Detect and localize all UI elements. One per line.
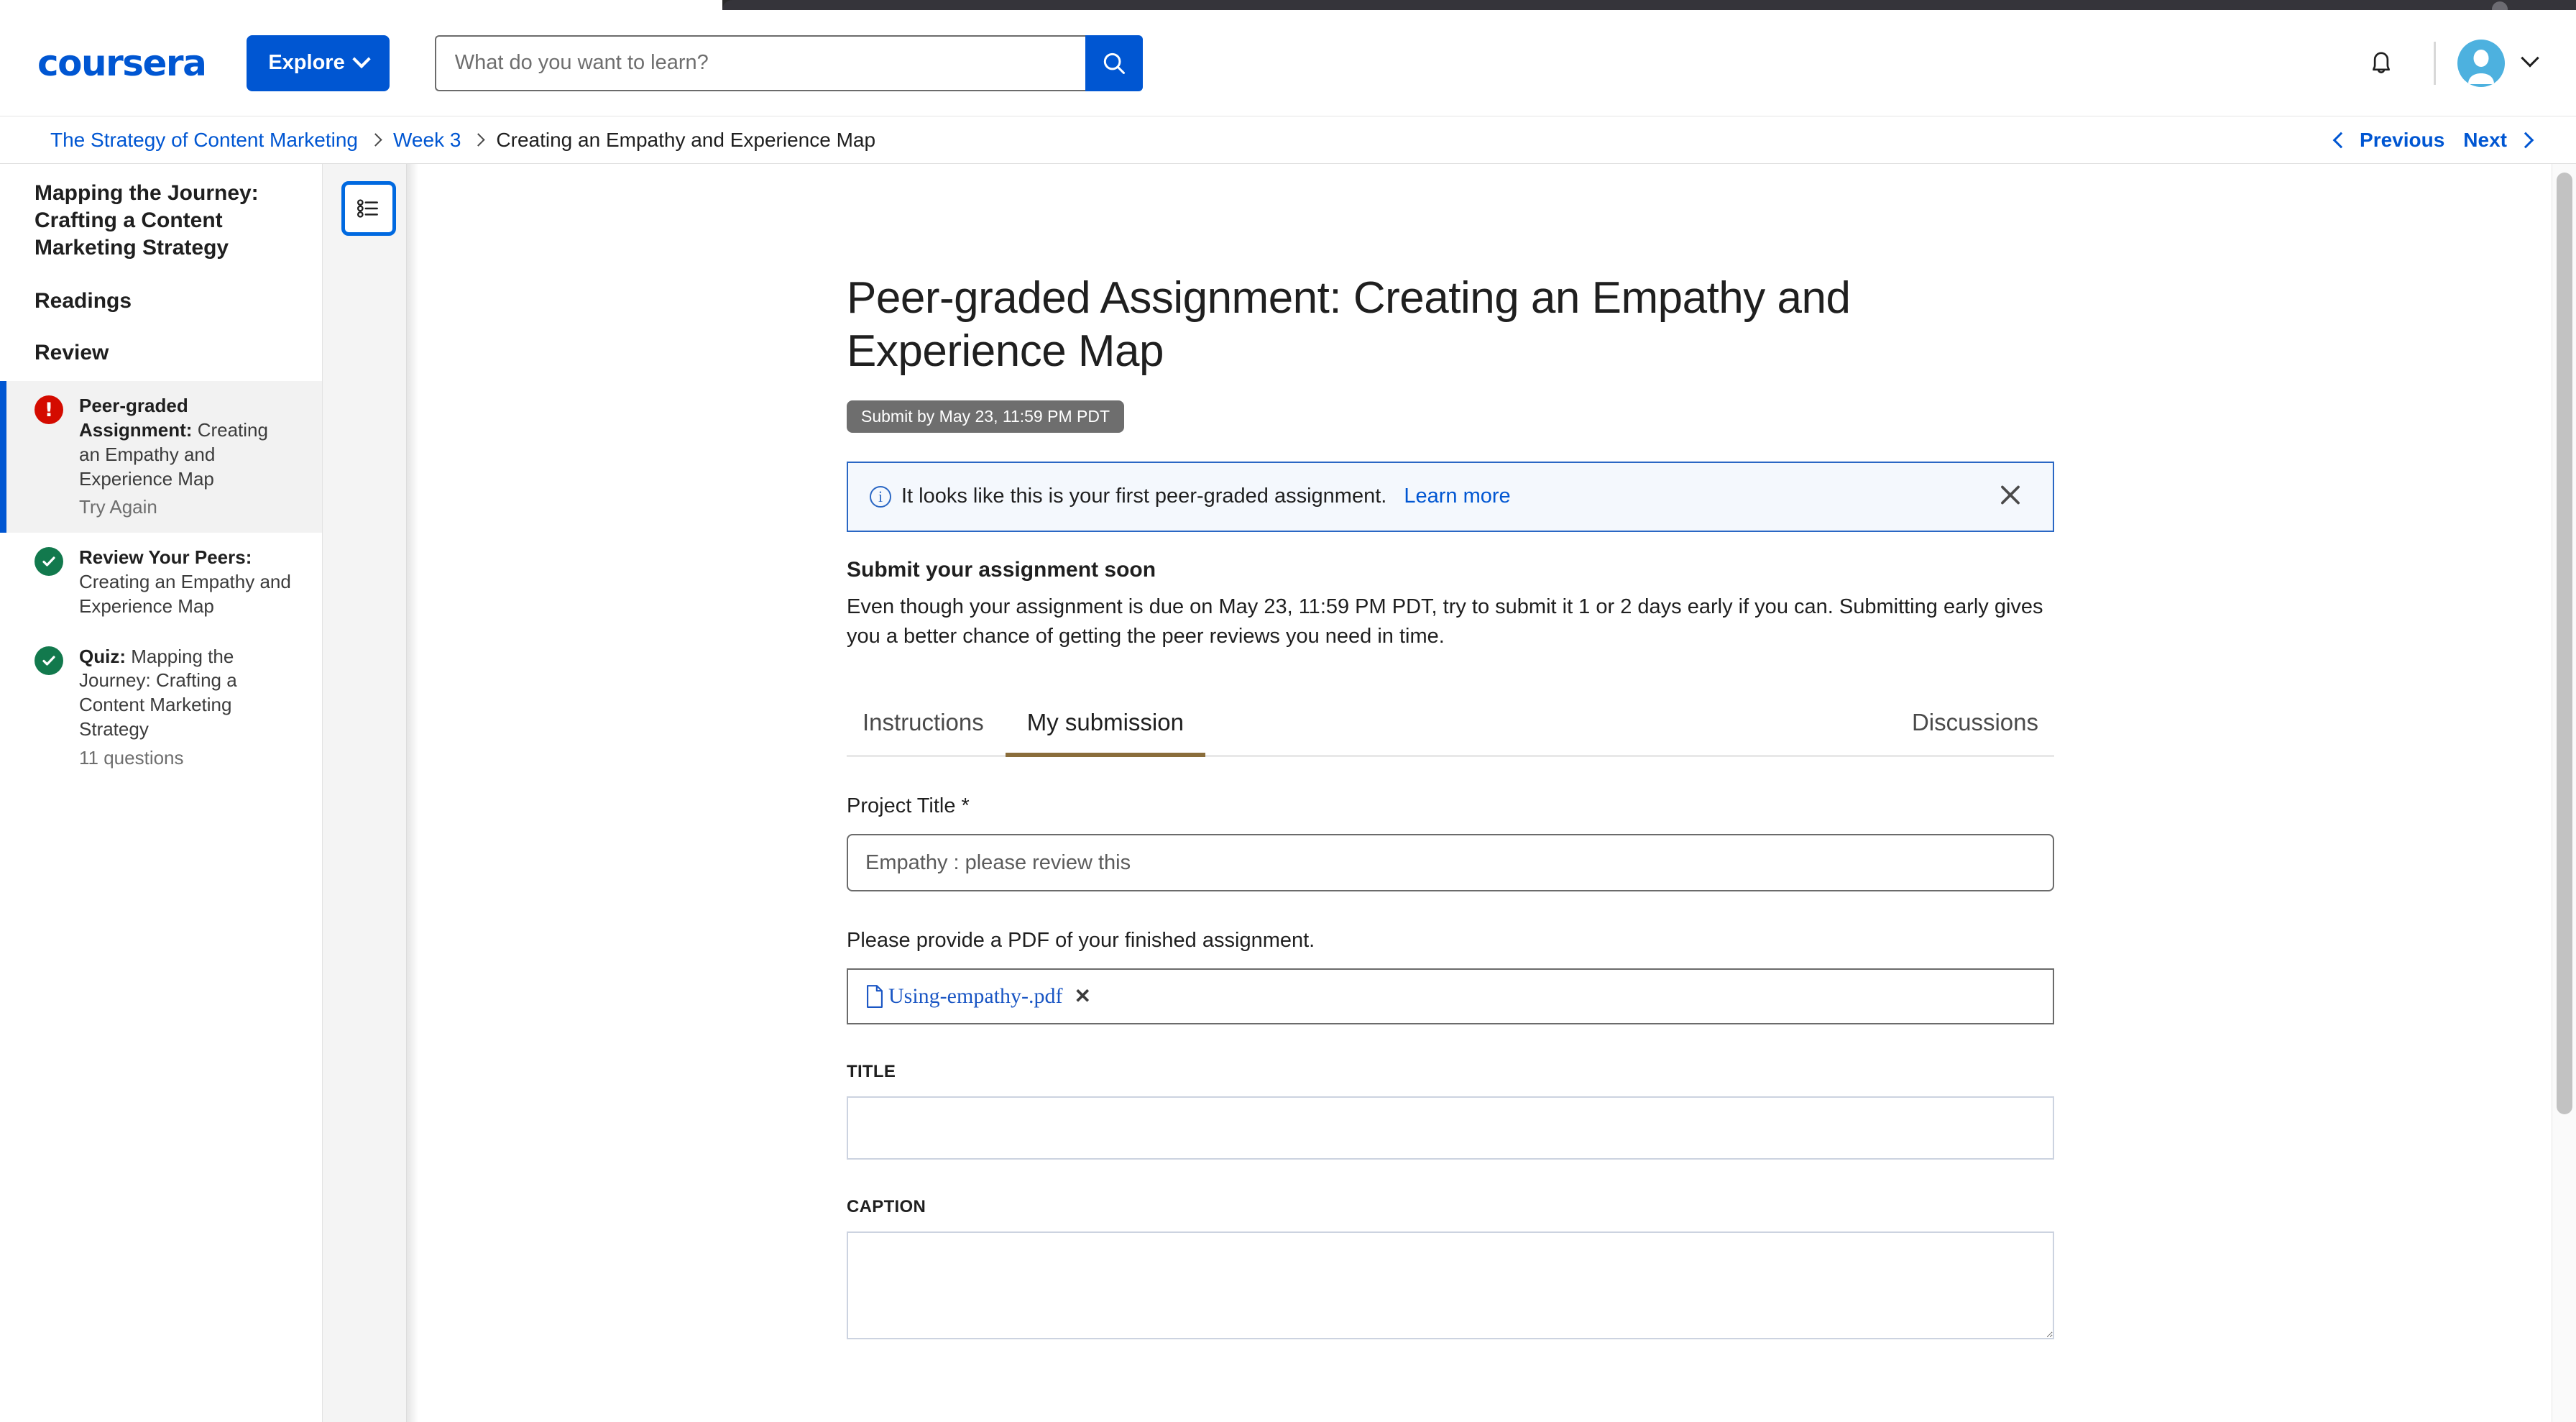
document-icon (867, 985, 883, 1009)
avatar[interactable] (2457, 39, 2505, 87)
scrollbar-thumb[interactable] (2557, 173, 2572, 1114)
complete-status-icon (34, 547, 63, 577)
user-avatar-icon (2468, 49, 2494, 84)
prev-next-nav: Previous Next (2332, 129, 2534, 152)
course-sidebar: Mapping the Journey: Crafting a Content … (0, 164, 322, 1422)
breadcrumb: The Strategy of Content Marketing Week 3… (50, 129, 875, 152)
assignment-content: Peer-graded Assignment: Creating an Empa… (847, 164, 2054, 1343)
sidebar-item-type: Peer-graded Assignment: (79, 395, 193, 441)
explore-label: Explore (268, 51, 345, 74)
sidebar-item-type: Quiz: (79, 645, 126, 667)
sidebar-item-title: Creating an Empathy and Experience Map (79, 571, 291, 617)
sidebar-item-review-your-peers[interactable]: Review Your Peers: Creating an Empathy a… (0, 533, 322, 631)
project-title-label: Project Title * (847, 794, 970, 818)
notifications-button[interactable] (2350, 32, 2412, 94)
info-circle-icon: i (870, 485, 891, 508)
next-button[interactable]: Next (2463, 129, 2507, 152)
search-icon (1103, 52, 1125, 74)
sidebar-item-label: Quiz: Mapping the Journey: Crafting a Co… (79, 645, 293, 771)
sidebar-section-readings[interactable]: Readings (34, 289, 290, 313)
learn-more-link[interactable]: Learn more (1404, 485, 1510, 508)
header-actions (2350, 32, 2539, 94)
chevron-down-icon (351, 50, 371, 68)
outline-rail (322, 164, 407, 1422)
remove-file-button[interactable]: ✕ (1074, 986, 1090, 1006)
title-input[interactable] (847, 1096, 2054, 1160)
sidebar-item-label: Review Your Peers: Creating an Empathy a… (79, 546, 293, 618)
notice-body: Even though your assignment is due on Ma… (847, 595, 2043, 648)
sidebar-item-meta: 11 questions (79, 746, 184, 769)
check-icon (42, 556, 55, 566)
check-icon (42, 656, 55, 666)
rail-inner (334, 164, 396, 1422)
header-divider (2434, 41, 2436, 85)
outline-toggle-button[interactable] (341, 181, 396, 236)
search-bar (434, 35, 1143, 91)
complete-status-icon (34, 646, 63, 675)
sidebar-item-status: Try Again (79, 496, 157, 518)
caption-input[interactable] (847, 1231, 2054, 1340)
sidebar-heading: Mapping the Journey: Crafting a Content … (34, 181, 259, 260)
caption-field-label: CAPTION (847, 1197, 926, 1217)
site-header: coursera Explore (0, 10, 2576, 116)
chevron-right-icon[interactable] (2517, 132, 2534, 148)
rail-shadow (407, 164, 418, 1422)
due-date-badge: Submit by May 23, 11:59 PM PDT (847, 400, 1124, 433)
assignment-main: Peer-graded Assignment: Creating an Empa… (418, 164, 2547, 1422)
sidebar-item-type: Review Your Peers: (79, 546, 252, 569)
search-button[interactable] (1085, 35, 1143, 91)
breadcrumb-bar: The Strategy of Content Marketing Week 3… (0, 116, 2576, 164)
sidebar-item-quiz[interactable]: Quiz: Mapping the Journey: Crafting a Co… (0, 632, 322, 784)
uploaded-file-name[interactable]: Using-empathy-.pdf (888, 984, 1062, 1009)
breadcrumb-item-course[interactable]: The Strategy of Content Marketing (50, 129, 358, 152)
breadcrumb-separator-icon (369, 133, 382, 147)
submit-soon-notice: Submit your assignment soon Even though … (847, 558, 2054, 659)
notice-heading: Submit your assignment soon (847, 557, 1156, 582)
page-title: Peer-graded Assignment: Creating an Empa… (847, 273, 1851, 377)
sidebar-item-peer-graded-assignment[interactable]: ! Peer-graded Assignment: Creating an Em… (0, 381, 322, 533)
banner-text: It looks like this is your first peer-gr… (901, 485, 1387, 508)
previous-button[interactable]: Previous (2360, 129, 2444, 152)
first-assignment-banner: i It looks like this is your first peer-… (847, 461, 2054, 532)
chrome-notch (722, 0, 2576, 10)
banner-close-button[interactable] (1997, 481, 2024, 512)
chrome-left-blank (0, 0, 722, 10)
pdf-upload-box[interactable]: Using-empathy-.pdf ✕ (847, 968, 2054, 1025)
error-status-icon: ! (34, 395, 63, 425)
breadcrumb-item-week[interactable]: Week 3 (393, 129, 461, 152)
close-icon (2001, 485, 2020, 505)
assignment-tabs: Instructions My submission Discussions (847, 709, 2054, 758)
sidebar-section-review[interactable]: Review (34, 341, 290, 365)
breadcrumb-separator-icon (472, 133, 486, 147)
title-field-label: TITLE (847, 1062, 896, 1082)
explore-button[interactable]: Explore (247, 35, 390, 91)
breadcrumb-item-current: Creating an Empathy and Experience Map (496, 128, 876, 151)
tab-discussions[interactable]: Discussions (1890, 709, 2054, 755)
uploaded-file-chip: Using-empathy-.pdf ✕ (864, 984, 1091, 1009)
page-body: Mapping the Journey: Crafting a Content … (0, 164, 2576, 1422)
sidebar-item-label: Peer-graded Assignment: Creating an Empa… (79, 394, 293, 520)
pdf-prompt-label: Please provide a PDF of your finished as… (847, 929, 1315, 953)
bell-icon (2373, 52, 2390, 73)
page-scrollbar[interactable] (2552, 164, 2576, 1422)
list-outline-icon (356, 199, 378, 218)
browser-chrome-strip (0, 0, 2576, 17)
project-title-input[interactable] (847, 834, 2054, 892)
tab-instructions[interactable]: Instructions (847, 709, 1006, 755)
exclamation-glyph: ! (44, 398, 54, 421)
search-input[interactable] (434, 35, 1085, 91)
tab-my-submission[interactable]: My submission (1005, 709, 1206, 758)
account-chevron-down-icon[interactable] (2521, 48, 2539, 68)
chevron-left-icon[interactable] (2332, 132, 2350, 148)
coursera-logo[interactable]: coursera (37, 42, 207, 84)
